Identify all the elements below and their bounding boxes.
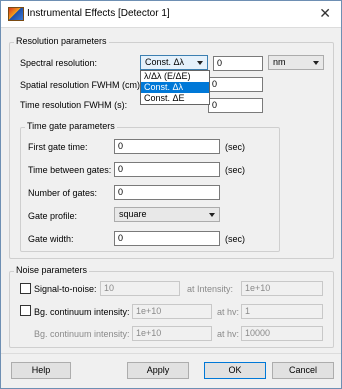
apply-button[interactable]: Apply: [127, 362, 189, 379]
resolution-group-title: Resolution parameters: [14, 36, 109, 46]
noise-group-title: Noise parameters: [14, 265, 90, 275]
dropdown-option[interactable]: λ/Δλ (E/ΔE): [141, 71, 209, 82]
gate-count-input[interactable]: 0: [114, 185, 220, 200]
chevron-down-icon: [209, 213, 215, 217]
bg-continuum-input-2[interactable]: 1e+10: [132, 326, 212, 341]
signal-to-noise-checkbox[interactable]: [20, 283, 31, 294]
at-hv-input-2[interactable]: 10000: [241, 326, 323, 341]
at-intensity-input[interactable]: 1e+10: [241, 281, 323, 296]
gate-width-unit: (sec): [225, 234, 245, 244]
time-gate-group-title: Time gate parameters: [25, 121, 117, 131]
help-button[interactable]: Help: [11, 362, 71, 379]
dropdown-option[interactable]: Const. ΔE: [141, 93, 209, 104]
spatial-resolution-label: Spatial resolution FWHM (cm):: [20, 80, 143, 90]
gate-profile-label: Gate profile:: [28, 211, 78, 221]
time-resolution-input[interactable]: 0: [208, 98, 263, 113]
spectral-mode-select[interactable]: Const. Δλ: [140, 55, 208, 70]
spectral-resolution-input[interactable]: 0: [213, 56, 263, 71]
spectral-resolution-label: Spectral resolution:: [20, 58, 98, 68]
spatial-resolution-input[interactable]: 0: [208, 77, 263, 92]
at-hv-label-2: at hv:: [217, 329, 240, 339]
dialog-window: Instrumental Effects [Detector 1] ✕ Reso…: [0, 0, 342, 389]
signal-to-noise-label: Signal-to-noise:: [34, 284, 97, 294]
bg-continuum-label: Bg. continuum intensity:: [34, 307, 130, 317]
at-hv-input-1[interactable]: 1: [241, 304, 323, 319]
spectral-mode-dropdown: λ/Δλ (E/ΔE) Const. Δλ Const. ΔE: [140, 70, 210, 105]
signal-to-noise-input[interactable]: 10: [100, 281, 180, 296]
ok-button[interactable]: OK: [204, 362, 266, 379]
chevron-down-icon: [197, 61, 203, 65]
first-gate-label: First gate time:: [28, 142, 88, 152]
chevron-down-icon: [313, 61, 319, 65]
bg-continuum-checkbox[interactable]: [20, 305, 31, 316]
at-intensity-label: at Intensity:: [187, 284, 234, 294]
gate-profile-value: square: [119, 209, 147, 219]
first-gate-input[interactable]: 0: [114, 139, 220, 154]
dropdown-option-selected[interactable]: Const. Δλ: [141, 82, 209, 93]
cancel-button[interactable]: Cancel: [272, 362, 334, 379]
unit-value: nm: [273, 57, 286, 67]
at-hv-label-1: at hv:: [217, 307, 240, 317]
app-logo-icon: [8, 7, 24, 21]
bg-continuum-input-1[interactable]: 1e+10: [132, 304, 212, 319]
gate-profile-select[interactable]: square: [114, 207, 220, 222]
gate-width-label: Gate width:: [28, 234, 74, 244]
close-icon[interactable]: ✕: [319, 5, 331, 22]
title-bar: Instrumental Effects [Detector 1] ✕: [1, 1, 341, 28]
gate-count-label: Number of gates:: [28, 188, 98, 198]
footer-divider: [1, 353, 341, 354]
unit-select[interactable]: nm: [268, 55, 324, 70]
first-gate-unit: (sec): [225, 142, 245, 152]
gate-width-input[interactable]: 0: [114, 231, 220, 246]
time-between-input[interactable]: 0: [114, 162, 220, 177]
time-between-label: Time between gates:: [28, 165, 112, 175]
window-title: Instrumental Effects [Detector 1]: [27, 8, 170, 19]
bg-continuum-label-2: Bg. continuum intensity:: [34, 329, 130, 339]
spectral-mode-value: Const. Δλ: [145, 57, 185, 67]
time-resolution-label: Time resolution FWHM (s):: [20, 100, 128, 110]
time-between-unit: (sec): [225, 165, 245, 175]
